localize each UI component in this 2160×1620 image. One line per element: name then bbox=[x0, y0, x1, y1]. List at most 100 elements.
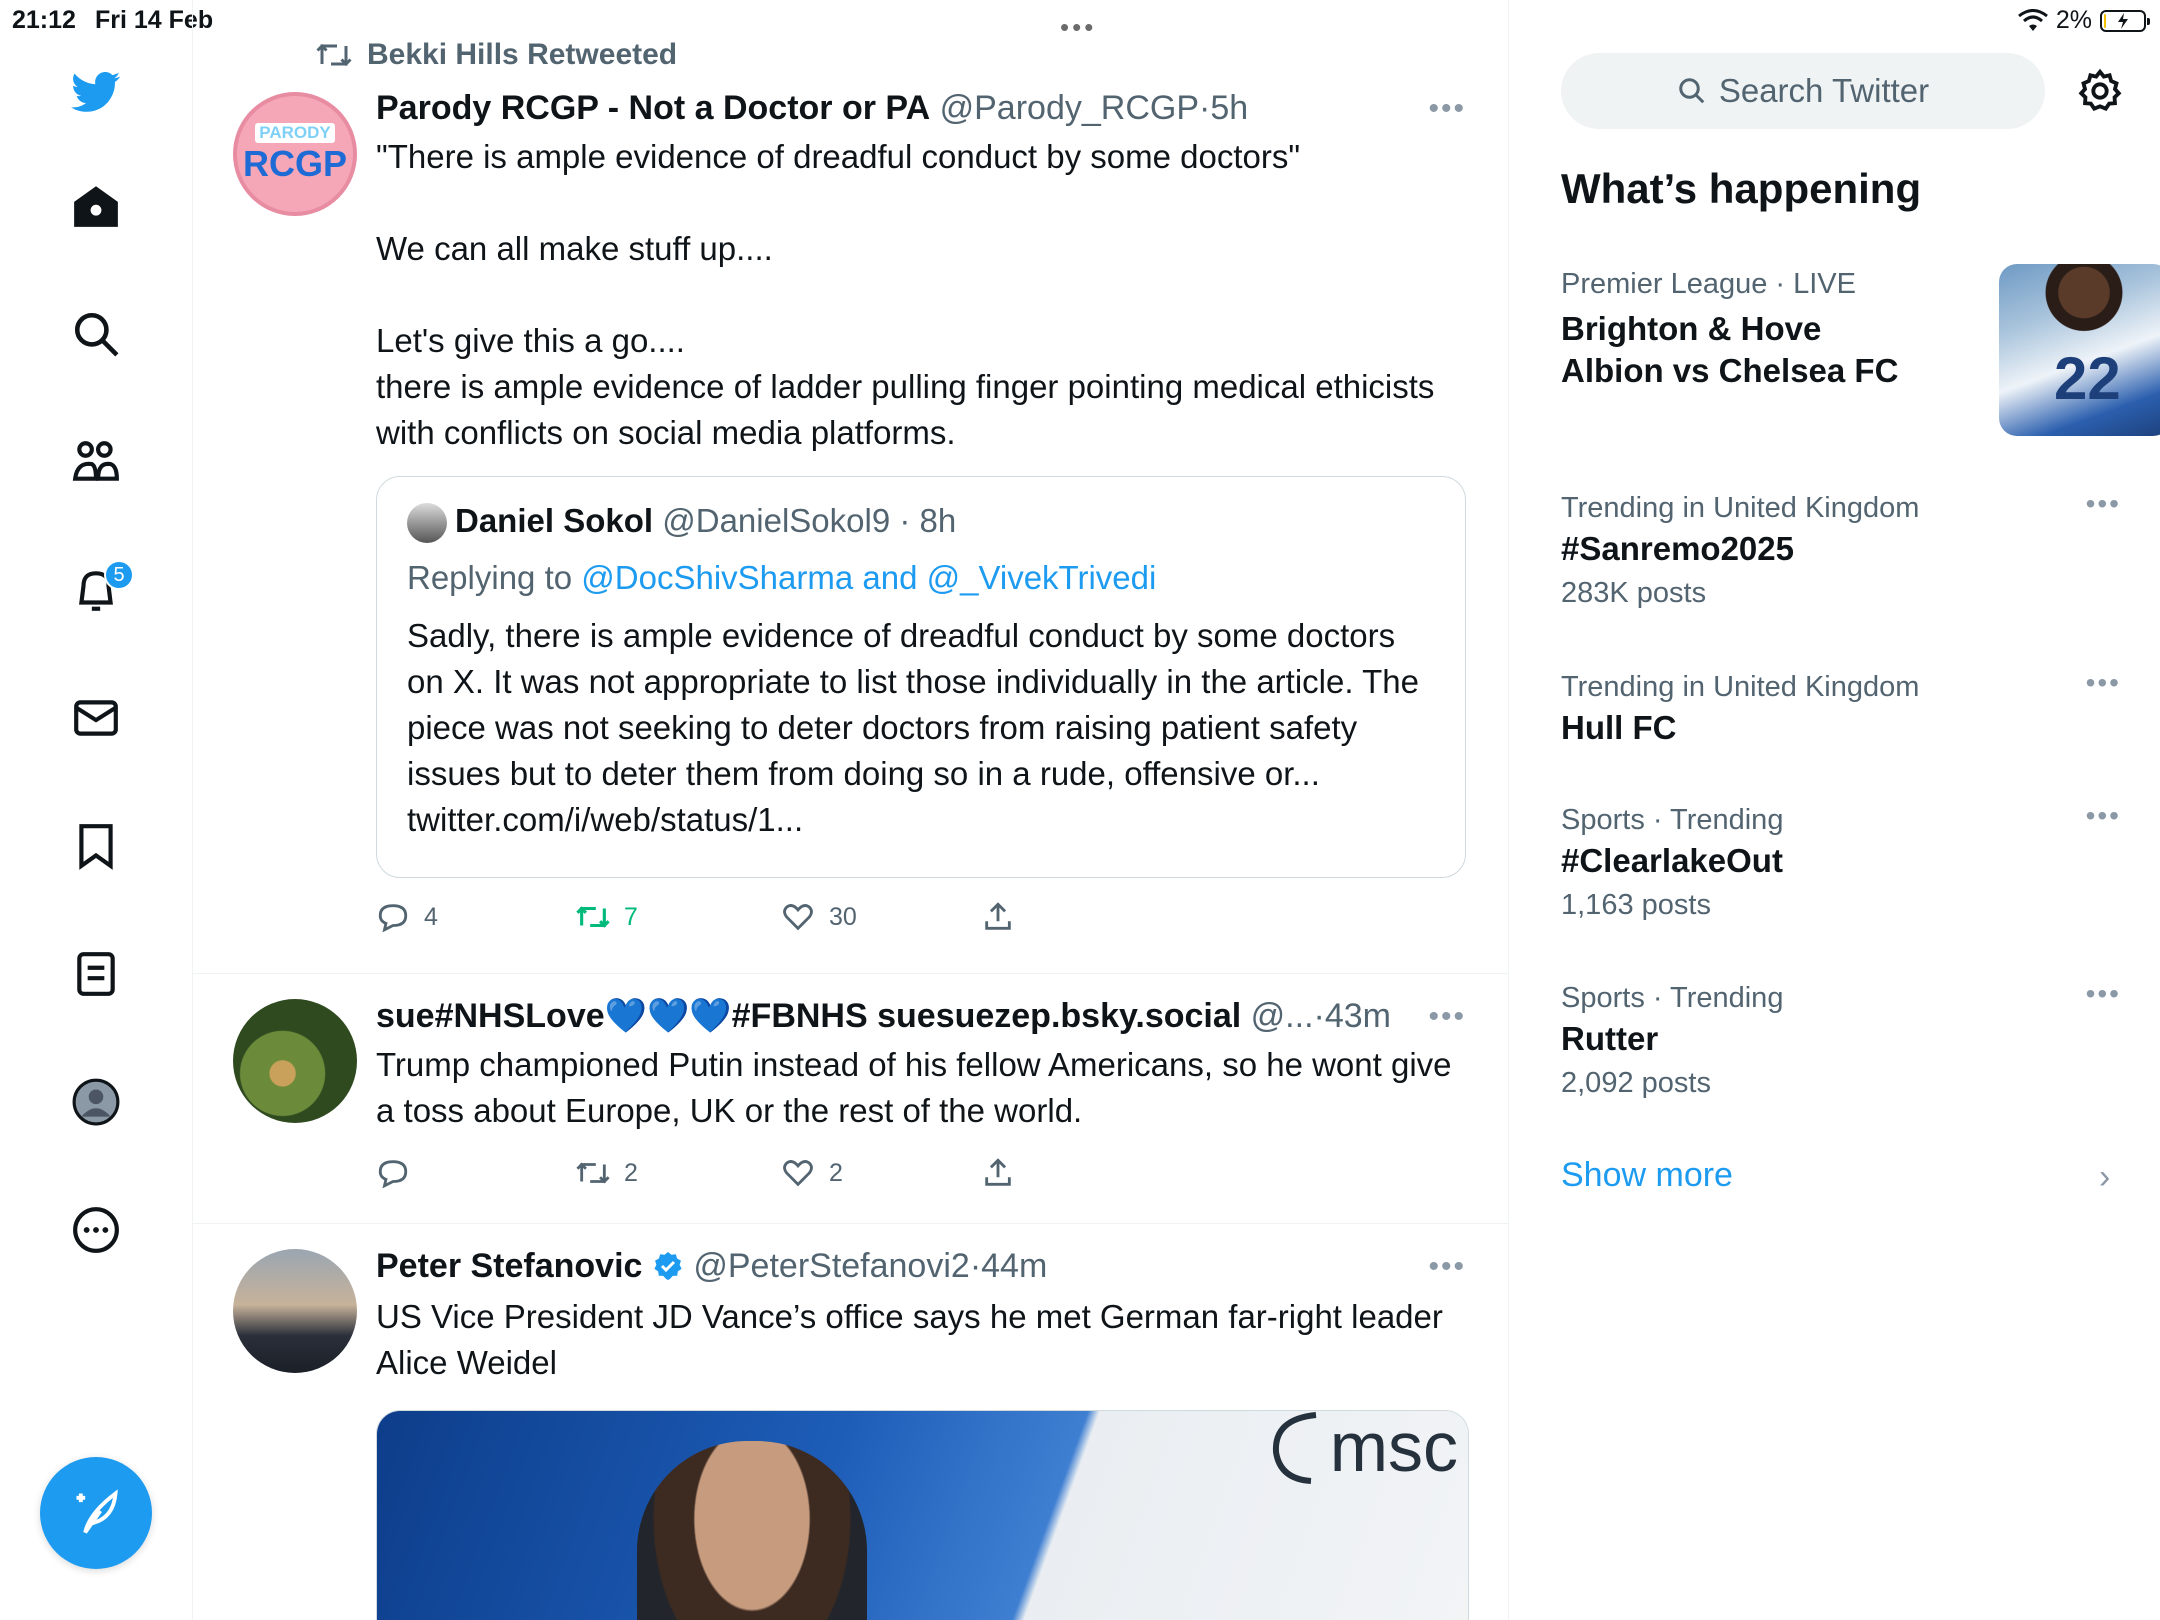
tweet-body: Parody RCGP - Not a Doctor or PA @Parody… bbox=[376, 86, 1466, 942]
lists-icon[interactable] bbox=[56, 934, 136, 1014]
trend-post-count: 1,163 posts bbox=[1561, 889, 1711, 921]
tweet[interactable]: sue#NHSLove💙💙💙#FBNHS suesuezep.bsky.soci… bbox=[193, 974, 1508, 1224]
compose-button[interactable] bbox=[40, 1457, 152, 1569]
separator: · bbox=[969, 1247, 982, 1285]
quote-time: 8h bbox=[919, 502, 957, 539]
like-button[interactable]: 2 bbox=[781, 1156, 981, 1190]
reply-count: 4 bbox=[424, 902, 438, 931]
trend-item-rutter[interactable]: Sports · Trending Rutter 2,092 posts ••• bbox=[1561, 978, 2121, 1106]
share-icon bbox=[985, 1158, 1011, 1186]
bookmarks-icon[interactable] bbox=[56, 806, 136, 886]
author-handle[interactable]: @Parody_RCGP bbox=[940, 89, 1199, 127]
author-name[interactable]: sue#NHSLove💙💙💙#FBNHS suesuezep.bsky.soci… bbox=[376, 997, 1241, 1035]
messages-icon[interactable] bbox=[56, 678, 136, 758]
tweet[interactable]: Bekki Hills Retweeted PARODY RCGP Parody… bbox=[193, 0, 1508, 974]
tweet-more-icon[interactable]: ••• bbox=[1428, 92, 1466, 126]
trend-post-count: 2,092 posts bbox=[1561, 1067, 1711, 1099]
trend-name: Rutter bbox=[1561, 1020, 1659, 1057]
home-icon[interactable] bbox=[56, 166, 136, 246]
tweet[interactable]: Peter Stefanovic @PeterStefanovi2·44m ••… bbox=[193, 1224, 1508, 1620]
twitter-logo-icon[interactable] bbox=[56, 52, 136, 132]
search-icon bbox=[1679, 78, 1705, 104]
heart-icon bbox=[783, 904, 813, 931]
trend-item-premier-league[interactable]: Premier League · LIVE Brighton & Hove Al… bbox=[1561, 264, 2160, 444]
notifications-badge: 5 bbox=[104, 560, 134, 590]
replying-prefix: Replying to bbox=[407, 559, 582, 596]
quote-text: Sadly, there is ample evidence of dreadf… bbox=[407, 617, 1429, 838]
more-icon[interactable] bbox=[56, 1190, 136, 1270]
like-count: 2 bbox=[829, 1158, 843, 1187]
timeline-feed[interactable]: Bekki Hills Retweeted PARODY RCGP Parody… bbox=[193, 0, 1509, 1620]
quoted-tweet[interactable]: Daniel Sokol @DanielSokol9 · 8h Replying… bbox=[376, 476, 1466, 878]
like-button[interactable]: 30 bbox=[781, 900, 981, 934]
retweet-count: 2 bbox=[624, 1158, 638, 1187]
tweet-header: Parody RCGP - Not a Doctor or PA @Parody… bbox=[376, 86, 1466, 130]
author-avatar[interactable] bbox=[233, 1249, 357, 1373]
replying-to-link[interactable]: @DocShivSharma and @_VivekTrivedi bbox=[581, 559, 1156, 596]
author-name[interactable]: Parody RCGP - Not a Doctor or PA bbox=[376, 89, 930, 127]
quote-author-avatar bbox=[407, 503, 447, 543]
tweet-header: sue#NHSLove💙💙💙#FBNHS suesuezep.bsky.soci… bbox=[376, 994, 1466, 1038]
reply-button[interactable]: 4 bbox=[376, 900, 576, 934]
tweet-time[interactable]: 5h bbox=[1210, 89, 1248, 127]
tweet-body: Peter Stefanovic @PeterStefanovi2·44m ••… bbox=[376, 1244, 1469, 1620]
trend-item-hull-fc[interactable]: Trending in United Kingdom Hull FC ••• bbox=[1561, 667, 2121, 749]
retweet-button[interactable]: 2 bbox=[576, 1156, 781, 1190]
tweet-more-icon[interactable]: ••• bbox=[1428, 1250, 1466, 1284]
retweet-context[interactable]: Bekki Hills Retweeted bbox=[315, 38, 677, 72]
trend-more-icon[interactable]: ••• bbox=[2086, 667, 2121, 699]
retweet-icon bbox=[576, 906, 610, 928]
quote-author-name: Daniel Sokol bbox=[455, 502, 654, 539]
msc-logo-arc-icon bbox=[1272, 1412, 1317, 1484]
trend-post-count: 283K posts bbox=[1561, 577, 1707, 609]
reply-button[interactable] bbox=[376, 1156, 576, 1190]
author-handle[interactable]: @PeterStefanovi2 bbox=[693, 1247, 969, 1285]
trend-name: Hull FC bbox=[1561, 709, 1677, 746]
separator: · bbox=[1199, 89, 1211, 127]
search-box[interactable]: Search Twitter bbox=[1561, 53, 2045, 129]
communities-icon[interactable] bbox=[56, 422, 136, 502]
compose-icon bbox=[76, 1489, 118, 1534]
tweet-text: Trump championed Putin instead of his fe… bbox=[376, 1046, 1461, 1129]
trend-more-icon[interactable]: ••• bbox=[2086, 800, 2121, 832]
trend-item-clearlakeout[interactable]: Sports · Trending #ClearlakeOut 1,163 po… bbox=[1561, 800, 2121, 928]
retweet-button[interactable]: 7 bbox=[576, 900, 781, 934]
share-button[interactable] bbox=[981, 1156, 1015, 1190]
author-avatar[interactable]: PARODY RCGP bbox=[233, 92, 357, 216]
quote-header: Daniel Sokol @DanielSokol9 · 8h bbox=[407, 499, 1435, 543]
tweet-more-icon[interactable]: ••• bbox=[1428, 1000, 1466, 1034]
thumb-shirt-number: 22 bbox=[2054, 345, 2121, 412]
author-handle[interactable]: @... bbox=[1251, 997, 1314, 1035]
share-button[interactable] bbox=[981, 900, 1015, 934]
settings-gear-icon[interactable] bbox=[2077, 68, 2123, 114]
retweet-count: 7 bbox=[624, 902, 638, 931]
trend-more-icon[interactable]: ••• bbox=[2086, 488, 2121, 520]
verified-badge-icon bbox=[654, 1252, 682, 1280]
tweet-time[interactable]: 43m bbox=[1325, 997, 1391, 1035]
trend-category-text: Premier League bbox=[1561, 268, 1768, 300]
trend-name: #ClearlakeOut bbox=[1561, 842, 1783, 879]
chevron-right-icon[interactable]: › bbox=[2099, 1158, 2110, 1197]
reply-icon bbox=[378, 1160, 408, 1189]
trend-item-sanremo[interactable]: Trending in United Kingdom #Sanremo2025 … bbox=[1561, 488, 2121, 616]
author-name[interactable]: Peter Stefanovic bbox=[376, 1247, 642, 1285]
tweet-time[interactable]: 44m bbox=[981, 1247, 1047, 1285]
search-icon[interactable] bbox=[56, 294, 136, 374]
show-more-link[interactable]: Show more bbox=[1561, 1156, 1733, 1195]
trend-thumbnail[interactable]: 22 bbox=[1999, 264, 2160, 436]
separator: · bbox=[1313, 997, 1325, 1035]
tweet-text: US Vice President JD Vance’s office says… bbox=[376, 1298, 1451, 1381]
tweet-body: sue#NHSLove💙💙💙#FBNHS suesuezep.bsky.soci… bbox=[376, 994, 1466, 1198]
trend-category: Sports · Trending bbox=[1561, 982, 1784, 1014]
profile-icon[interactable] bbox=[56, 1062, 136, 1142]
like-count: 30 bbox=[829, 902, 857, 931]
retweeted-by-label: Bekki Hills Retweeted bbox=[367, 38, 678, 71]
tweet-media-image[interactable]: msc bbox=[376, 1410, 1469, 1620]
trend-live-label: · LIVE bbox=[1775, 268, 1856, 300]
media-msc-logo: msc bbox=[1266, 1411, 1458, 1487]
trend-more-icon[interactable]: ••• bbox=[2086, 978, 2121, 1010]
trend-category: Sports · Trending bbox=[1561, 804, 1784, 836]
replying-to-line: Replying to @DocShivSharma and @_VivekTr… bbox=[407, 555, 1435, 601]
author-avatar[interactable] bbox=[233, 999, 357, 1123]
notifications-icon[interactable]: 5 bbox=[56, 550, 136, 630]
